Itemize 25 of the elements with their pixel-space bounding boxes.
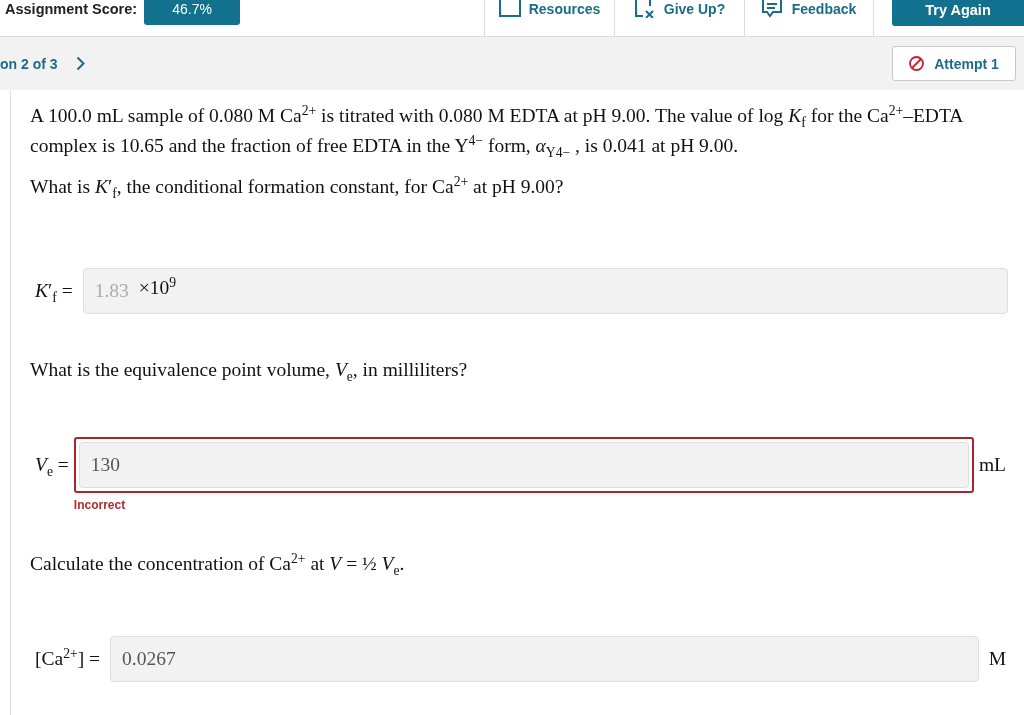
question-text: A 100.0 mL sample of 0.080 M Ca$^{2+}$ is titrated with 0.080 M EDTA at pH 9.00. The value of log K$_{f}$ for the Ca$^{2+}$–EDTA complex is 10.65 and the fraction of free EDTA in the Y$^{4−}$ form, α$_{Y4−}$ , is 0.041 at pH 9.00. xyxy=(30,101,964,161)
question-prompt: What is K′$_{f}$, the conditional formation constant, for Ca$^{2+}$ at pH 9.00? xyxy=(30,172,565,202)
speech-bubble-icon xyxy=(761,0,784,18)
question-position-link[interactable]: on 2 of 3 xyxy=(0,54,58,73)
feedback-button[interactable]: Feedback xyxy=(744,0,874,36)
attempt-button[interactable]: Attempt 1 xyxy=(892,46,1016,81)
feedback-message: Incorrect xyxy=(73,498,126,513)
unit-label: M xyxy=(987,648,1007,670)
answer-label: K′$_{f}$ = xyxy=(34,279,73,303)
bracket-x-icon xyxy=(633,0,656,18)
answer-field[interactable]: 0.0267 xyxy=(110,636,979,682)
prohibited-icon xyxy=(909,56,925,71)
answer-field[interactable]: 130 xyxy=(78,442,969,488)
unit-label: mL xyxy=(977,454,1007,476)
question-prompt: What is the equivalence point volume, V$_{e}$, in milliliters? xyxy=(30,358,469,385)
try-again-button[interactable]: Try Again xyxy=(892,0,1024,26)
resources-button[interactable]: Resources xyxy=(484,0,614,36)
score-badge: 46.7% xyxy=(144,0,241,25)
exponent-suffix: ×10$^{9}$ xyxy=(138,277,177,299)
chevron-right-icon[interactable] xyxy=(75,56,85,71)
question-prompt: Calculate the concentration of Ca$^{2+}$ at V = ½ V$_{e}$. xyxy=(30,549,406,579)
score-label: Assignment Score: xyxy=(4,0,138,18)
answer-label: [Ca$^{2+}$] = xyxy=(34,647,101,671)
answer-label: V$_{e}$ = xyxy=(34,453,69,477)
give-up-button[interactable]: Give Up? xyxy=(614,0,744,36)
